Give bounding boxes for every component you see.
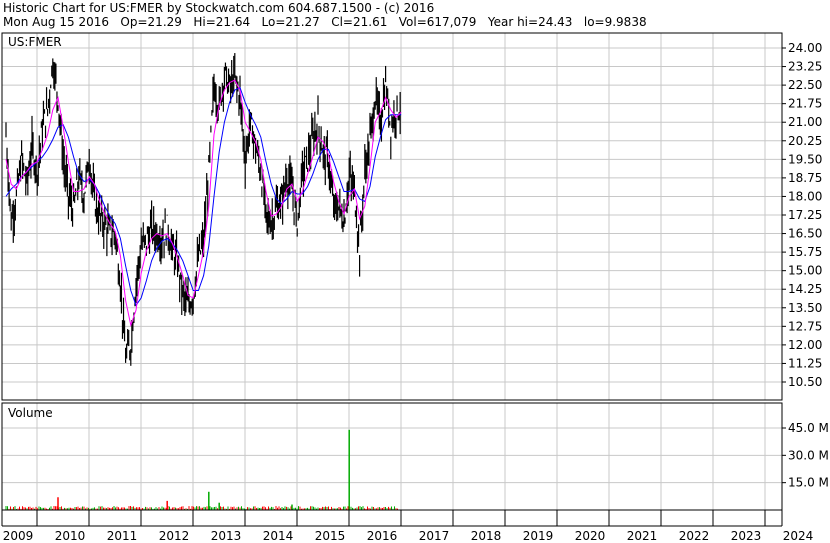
- price-tick-label: 12.75: [788, 319, 822, 333]
- price-tick-label: 18.00: [788, 189, 822, 203]
- volume-label: Volume: [8, 406, 53, 420]
- x-tick-label: 2009: [3, 529, 34, 543]
- price-tick-label: 18.75: [788, 171, 822, 185]
- x-tick-label: 2023: [731, 529, 762, 543]
- volume-tick-label: 15.0 M: [788, 476, 829, 490]
- price-tick-label: 13.50: [788, 301, 822, 315]
- price-tick-label: 10.50: [788, 375, 822, 389]
- x-tick-label: 2012: [159, 529, 190, 543]
- x-tick-label: 2022: [679, 529, 710, 543]
- volume-panel-frame: [1, 402, 783, 511]
- x-tick-label: 2018: [471, 529, 502, 543]
- x-tick-label: 2010: [55, 529, 86, 543]
- volume-tick-label: 45.0 M: [788, 421, 829, 435]
- symbol-label: US:FMER: [8, 35, 62, 49]
- price-tick-label: 14.25: [788, 282, 822, 296]
- axes: 2009 2010 2011 2012 2013 2014 2015 2016 2017 2018…: [1, 32, 829, 543]
- x-tick-label: 2024: [783, 529, 814, 543]
- stock-chart: 2009 2010 2011 2012 2013 2014 2015 2016 2017 2018…: [1, 32, 829, 543]
- price-tick-label: 15.75: [788, 245, 822, 259]
- x-tick-label: 2015: [315, 529, 346, 543]
- price-series: [5, 53, 402, 366]
- price-tick-label: 16.50: [788, 227, 822, 241]
- price-tick-label: 15.00: [788, 264, 822, 278]
- x-tick-label: 2016: [367, 529, 398, 543]
- price-tick-label: 21.00: [788, 115, 822, 129]
- price-tick-label: 11.25: [788, 356, 822, 370]
- price-tick-label: 21.75: [788, 97, 822, 111]
- x-tick-label: 2014: [263, 529, 294, 543]
- volume-series: [5, 429, 398, 510]
- x-tick-label: 2013: [211, 529, 242, 543]
- moving-average-short: [5, 79, 402, 327]
- price-tick-label: 12.00: [788, 338, 822, 352]
- x-tick-label: 2020: [575, 529, 606, 543]
- price-tick-label: 19.50: [788, 152, 822, 166]
- x-tick-label: 2021: [627, 529, 658, 543]
- x-tick-label: 2019: [523, 529, 554, 543]
- volume-tick-label: 30.0 M: [788, 448, 829, 462]
- price-tick-label: 24.00: [788, 41, 822, 55]
- x-tick-label: 2017: [419, 529, 450, 543]
- x-tick-label: 2011: [107, 529, 138, 543]
- price-tick-label: 17.25: [788, 208, 822, 222]
- price-tick-label: 23.25: [788, 60, 822, 74]
- price-tick-label: 20.25: [788, 134, 822, 148]
- price-tick-label: 22.50: [788, 78, 822, 92]
